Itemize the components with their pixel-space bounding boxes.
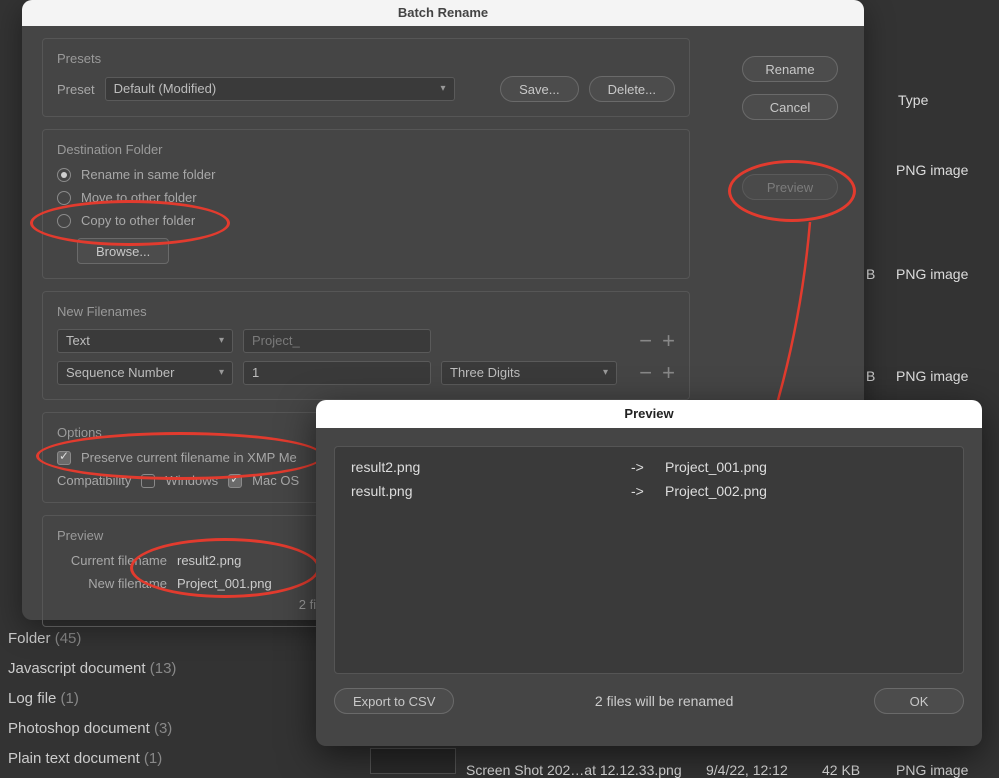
file-thumbnail[interactable]	[370, 748, 456, 774]
preview-list: result2.png -> Project_001.png result.pn…	[334, 446, 964, 674]
panel-header: Presets	[57, 51, 675, 66]
filter-label: Plain text document	[8, 750, 140, 767]
filter-item[interactable]: Plain text document (1)	[8, 750, 162, 767]
filter-count: (1)	[61, 690, 79, 707]
filter-item[interactable]: Folder (45)	[8, 630, 81, 647]
remove-row-button[interactable]: −	[639, 366, 652, 380]
filter-count: (1)	[144, 750, 162, 767]
filter-item[interactable]: Log file (1)	[8, 690, 79, 707]
filter-label: Photoshop document	[8, 720, 150, 737]
file-name[interactable]: Screen Shot 202…at 12.12.33.png	[466, 762, 682, 778]
file-date: 9/4/22, 12:12	[706, 762, 788, 778]
cell-type: PNG image	[896, 368, 968, 384]
dialog-title: Batch Rename	[22, 0, 864, 26]
filter-item[interactable]: Javascript document (13)	[8, 660, 176, 677]
filter-count: (45)	[55, 630, 82, 647]
filename-start-input[interactable]: 1	[243, 361, 431, 385]
current-filename-value: result2.png	[177, 553, 241, 568]
ok-button[interactable]: OK	[874, 688, 964, 714]
radio-label: Copy to other folder	[81, 213, 195, 228]
export-csv-button[interactable]: Export to CSV	[334, 688, 454, 714]
cell-size-frag: B	[866, 266, 875, 282]
arrow-icon: ->	[631, 483, 655, 499]
current-filename-label: Current filename	[57, 553, 167, 568]
checkbox-label: Preserve current filename in XMP Me	[81, 450, 297, 465]
original-filename: result2.png	[351, 459, 621, 475]
presets-panel: Presets Preset Default (Modified) ▾ Save…	[42, 38, 690, 117]
dialog-title: Preview	[316, 400, 982, 428]
digits-select[interactable]: Three Digits ▾	[441, 361, 617, 385]
rename-button[interactable]: Rename	[742, 56, 838, 82]
delete-preset-button[interactable]: Delete...	[589, 76, 675, 102]
radio-label: Rename in same folder	[81, 167, 215, 182]
select-value: Text	[66, 330, 90, 352]
remove-row-button[interactable]: −	[639, 334, 652, 348]
new-filename: Project_001.png	[665, 459, 767, 475]
radio-copy-folder[interactable]	[57, 214, 71, 228]
compatibility-label: Compatibility	[57, 473, 131, 488]
panel-header: Destination Folder	[57, 142, 675, 157]
radio-label: Move to other folder	[81, 190, 197, 205]
chevron-down-icon: ▾	[603, 362, 608, 384]
windows-checkbox[interactable]	[141, 474, 155, 488]
original-filename: result.png	[351, 483, 621, 499]
cell-size-frag: B	[866, 368, 875, 384]
save-preset-button[interactable]: Save...	[500, 76, 578, 102]
panel-header: Preview	[57, 528, 319, 543]
new-filename-value: Project_001.png	[177, 576, 272, 591]
new-filenames-panel: New Filenames Text ▾ Project_ − + Sequenc…	[42, 291, 690, 400]
chevron-down-icon: ▾	[441, 78, 446, 100]
destination-panel: Destination Folder Rename in same folder…	[42, 129, 690, 279]
radio-move-folder[interactable]	[57, 191, 71, 205]
cell-type: PNG image	[896, 266, 968, 282]
filter-count: (3)	[154, 720, 172, 737]
filename-type-select[interactable]: Sequence Number ▾	[57, 361, 233, 385]
browse-button[interactable]: Browse...	[77, 238, 169, 264]
filter-label: Log file	[8, 690, 56, 707]
preset-label: Preset	[57, 82, 95, 97]
chevron-down-icon: ▾	[219, 362, 224, 384]
preset-value: Default (Modified)	[114, 78, 217, 100]
filename-type-select[interactable]: Text ▾	[57, 329, 233, 353]
preview-dialog: Preview result2.png -> Project_001.png r…	[316, 400, 982, 746]
add-row-button[interactable]: +	[662, 334, 675, 348]
select-value: Sequence Number	[66, 362, 174, 384]
arrow-icon: ->	[631, 459, 655, 475]
file-count: 2 fil	[57, 597, 319, 612]
macos-checkbox[interactable]	[228, 474, 242, 488]
preview-panel: Preview Current filename result2.png New…	[42, 515, 334, 627]
preview-button[interactable]: Preview	[742, 174, 838, 200]
new-filename: Project_002.png	[665, 483, 767, 499]
cell-type: PNG image	[896, 162, 968, 178]
rename-status: 2 files will be renamed	[595, 693, 734, 709]
filter-label: Folder	[8, 630, 51, 647]
preview-row: result2.png -> Project_001.png	[351, 459, 947, 475]
column-header-type[interactable]: Type	[898, 92, 928, 108]
cancel-button[interactable]: Cancel	[742, 94, 838, 120]
panel-header: New Filenames	[57, 304, 675, 319]
filter-count: (13)	[150, 660, 177, 677]
checkbox-label: Mac OS	[252, 473, 299, 488]
preset-select[interactable]: Default (Modified) ▾	[105, 77, 455, 101]
file-size: 42 KB	[822, 762, 860, 778]
new-filename-label: New filename	[57, 576, 167, 591]
checkbox-label: Windows	[165, 473, 218, 488]
chevron-down-icon: ▾	[219, 330, 224, 352]
preview-row: result.png -> Project_002.png	[351, 483, 947, 499]
radio-same-folder[interactable]	[57, 168, 71, 182]
add-row-button[interactable]: +	[662, 366, 675, 380]
select-value: Three Digits	[450, 362, 520, 384]
filter-label: Javascript document	[8, 660, 146, 677]
filename-text-input[interactable]: Project_	[243, 329, 431, 353]
file-type: PNG image	[896, 762, 968, 778]
preserve-xmp-checkbox[interactable]	[57, 451, 71, 465]
filter-item[interactable]: Photoshop document (3)	[8, 720, 172, 737]
